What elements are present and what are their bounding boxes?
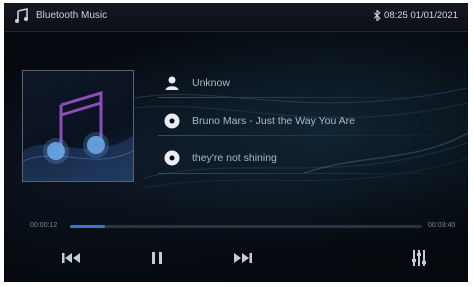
artist-name: Unknow — [192, 77, 230, 89]
disc-icon — [164, 113, 180, 129]
music-note-icon — [23, 90, 133, 181]
disc-icon — [164, 150, 180, 166]
progress-fill — [70, 225, 106, 228]
divider — [158, 97, 454, 98]
music-note-icon — [15, 8, 28, 23]
divider — [158, 173, 454, 174]
clock: 08:25 01/01/2021 — [384, 10, 458, 21]
divider — [158, 135, 454, 136]
progress-bar[interactable] — [70, 225, 422, 228]
title-row: Bruno Mars - Just the Way You Are — [158, 107, 458, 135]
equalizer-button[interactable] — [404, 247, 434, 269]
bluetooth-icon — [373, 10, 381, 21]
pause-icon — [152, 252, 162, 264]
status-bar: Bluetooth Music 08:25 01/01/2021 — [4, 3, 468, 32]
album-art — [22, 70, 134, 182]
music-player-screen: Bluetooth Music 08:25 01/01/2021 Unknow — [4, 3, 468, 282]
next-track-icon — [234, 253, 252, 263]
album-name: they're not shining — [192, 152, 277, 164]
app-title: Bluetooth Music — [36, 10, 108, 21]
artist-row: Unknow — [158, 69, 458, 97]
previous-button[interactable] — [56, 247, 86, 269]
elapsed-time: 00:00:12 — [30, 222, 58, 229]
track-title: Bruno Mars - Just the Way You Are — [192, 115, 356, 127]
status-right: 08:25 01/01/2021 — [373, 10, 458, 21]
person-icon — [165, 76, 179, 90]
equalizer-icon — [412, 250, 426, 266]
next-button[interactable] — [228, 247, 258, 269]
pause-button[interactable] — [142, 247, 172, 269]
previous-track-icon — [62, 253, 80, 263]
album-row: they're not shining — [158, 144, 458, 172]
total-time: 00:03:40 — [428, 222, 456, 229]
